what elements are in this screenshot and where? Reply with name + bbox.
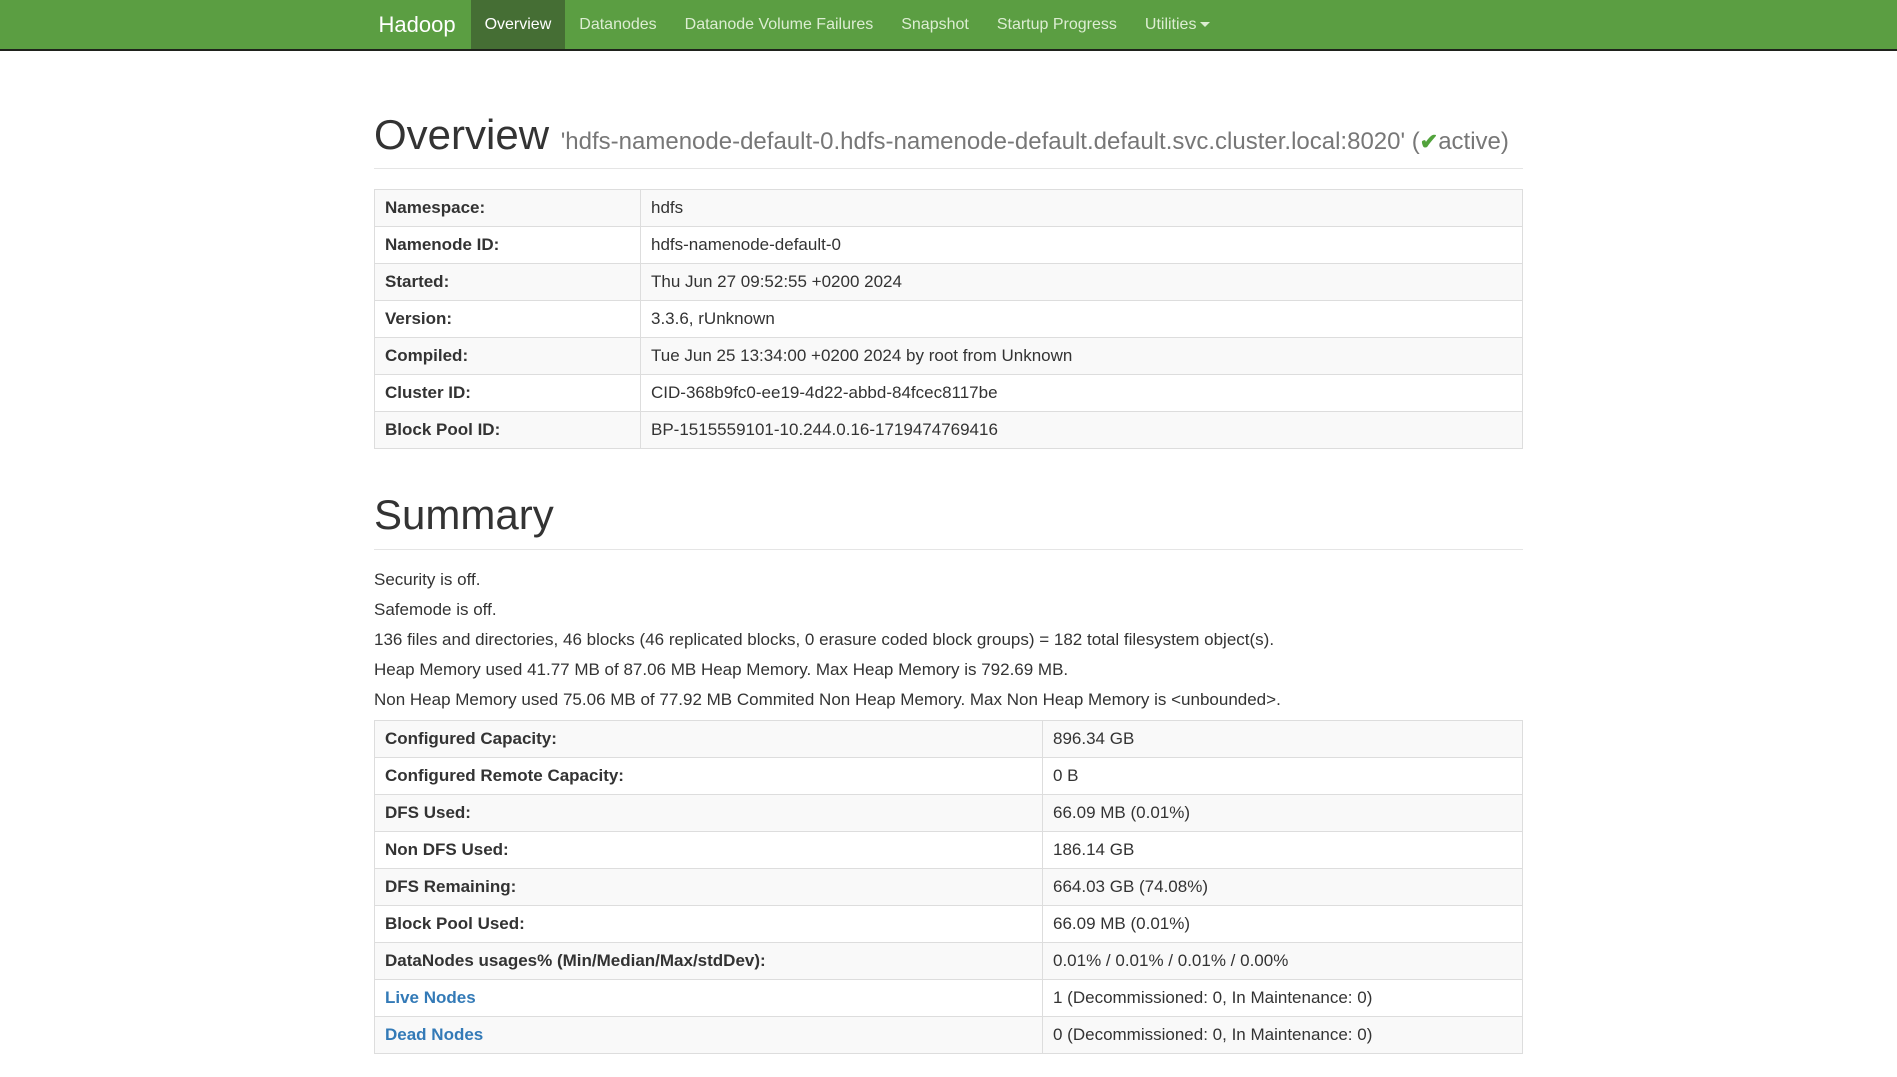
summary-paragraphs: Security is off. Safemode is off. 136 fi… (374, 570, 1523, 710)
hadoop-brand[interactable]: Hadoop (364, 0, 471, 49)
table-row: Namespace: hdfs (375, 190, 1523, 227)
row-label: Started: (375, 264, 641, 301)
nav-item-datanode-volume-failures[interactable]: Datanode Volume Failures (671, 0, 888, 49)
status-open-paren: ( (1412, 128, 1420, 155)
row-value: 66.09 MB (0.01%) (1043, 905, 1523, 942)
status-close-paren: ) (1501, 128, 1509, 155)
row-label: DFS Used: (375, 794, 1043, 831)
row-value: 66.09 MB (0.01%) (1043, 794, 1523, 831)
table-row: Configured Capacity: 896.34 GB (375, 720, 1523, 757)
row-label: Version: (375, 301, 641, 338)
summary-title: Summary (374, 491, 1523, 539)
table-row: Version: 3.3.6, rUnknown (375, 301, 1523, 338)
row-label: Live Nodes (375, 979, 1043, 1016)
status-badge: active (1438, 128, 1501, 155)
nav-item-snapshot[interactable]: Snapshot (887, 0, 983, 49)
row-label: Configured Capacity: (375, 720, 1043, 757)
overview-header: Overview 'hdfs-namenode-default-0.hdfs-n… (374, 51, 1523, 169)
namenode-info-table: Namespace: hdfs Namenode ID: hdfs-nameno… (374, 189, 1523, 449)
row-value: CID-368b9fc0-ee19-4d22-abbd-84fcec8117be (641, 375, 1523, 412)
row-label: Non DFS Used: (375, 831, 1043, 868)
table-row: Cluster ID: CID-368b9fc0-ee19-4d22-abbd-… (375, 375, 1523, 412)
table-row: Namenode ID: hdfs-namenode-default-0 (375, 227, 1523, 264)
table-row: Block Pool ID: BP-1515559101-10.244.0.16… (375, 412, 1523, 449)
non-heap-memory-text: Non Heap Memory used 75.06 MB of 77.92 M… (374, 690, 1523, 710)
filesystem-objects-text: 136 files and directories, 46 blocks (46… (374, 630, 1523, 650)
row-value: 0 (Decommissioned: 0, In Maintenance: 0) (1043, 1016, 1523, 1053)
row-label: Dead Nodes (375, 1016, 1043, 1053)
live-nodes-link[interactable]: Live Nodes (385, 988, 476, 1007)
row-value: 3.3.6, rUnknown (641, 301, 1523, 338)
table-row: Compiled: Tue Jun 25 13:34:00 +0200 2024… (375, 338, 1523, 375)
row-label: Block Pool Used: (375, 905, 1043, 942)
summary-header: Summary (374, 491, 1523, 549)
table-row: DataNodes usages% (Min/Median/Max/stdDev… (375, 942, 1523, 979)
nav-item-utilities-dropdown[interactable]: Utilities (1131, 0, 1225, 49)
table-row: Dead Nodes 0 (Decommissioned: 0, In Main… (375, 1016, 1523, 1053)
nav-item-startup-progress[interactable]: Startup Progress (983, 0, 1131, 49)
row-value: 186.14 GB (1043, 831, 1523, 868)
row-value: 1 (Decommissioned: 0, In Maintenance: 0) (1043, 979, 1523, 1016)
page-title-text: Overview (374, 111, 549, 158)
row-value: BP-1515559101-10.244.0.16-1719474769416 (641, 412, 1523, 449)
dead-nodes-link[interactable]: Dead Nodes (385, 1025, 483, 1044)
row-value: Tue Jun 25 13:34:00 +0200 2024 by root f… (641, 338, 1523, 375)
row-label: Namespace: (375, 190, 641, 227)
nav-item-overview[interactable]: Overview (471, 0, 566, 49)
row-label: DataNodes usages% (Min/Median/Max/stdDev… (375, 942, 1043, 979)
row-value: 0 B (1043, 757, 1523, 794)
row-value: hdfs (641, 190, 1523, 227)
heap-memory-text: Heap Memory used 41.77 MB of 87.06 MB He… (374, 660, 1523, 680)
row-value: Thu Jun 27 09:52:55 +0200 2024 (641, 264, 1523, 301)
namenode-host: 'hdfs-namenode-default-0.hdfs-namenode-d… (561, 128, 1405, 155)
safemode-status-text: Safemode is off. (374, 600, 1523, 620)
table-row: DFS Remaining: 664.03 GB (74.08%) (375, 868, 1523, 905)
row-value: 664.03 GB (74.08%) (1043, 868, 1523, 905)
active-check-icon: ✔ (1420, 129, 1438, 154)
row-label: Configured Remote Capacity: (375, 757, 1043, 794)
table-row: Started: Thu Jun 27 09:52:55 +0200 2024 (375, 264, 1523, 301)
row-label: Compiled: (375, 338, 641, 375)
nav-item-datanodes[interactable]: Datanodes (565, 0, 670, 49)
page-title: Overview 'hdfs-namenode-default-0.hdfs-n… (374, 111, 1523, 159)
table-row: Live Nodes 1 (Decommissioned: 0, In Main… (375, 979, 1523, 1016)
row-label: DFS Remaining: (375, 868, 1043, 905)
row-value: 0.01% / 0.01% / 0.01% / 0.00% (1043, 942, 1523, 979)
chevron-down-icon (1200, 22, 1210, 27)
navbar-menu: Overview Datanodes Datanode Volume Failu… (471, 0, 1225, 49)
top-navbar: Hadoop Overview Datanodes Datanode Volum… (0, 0, 1897, 51)
summary-table: Configured Capacity: 896.34 GB Configure… (374, 720, 1523, 1054)
row-value: 896.34 GB (1043, 720, 1523, 757)
table-row: Configured Remote Capacity: 0 B (375, 757, 1523, 794)
row-label: Namenode ID: (375, 227, 641, 264)
row-label: Cluster ID: (375, 375, 641, 412)
table-row: Non DFS Used: 186.14 GB (375, 831, 1523, 868)
row-value: hdfs-namenode-default-0 (641, 227, 1523, 264)
security-status-text: Security is off. (374, 570, 1523, 590)
table-row: Block Pool Used: 66.09 MB (0.01%) (375, 905, 1523, 942)
table-row: DFS Used: 66.09 MB (0.01%) (375, 794, 1523, 831)
row-label: Block Pool ID: (375, 412, 641, 449)
